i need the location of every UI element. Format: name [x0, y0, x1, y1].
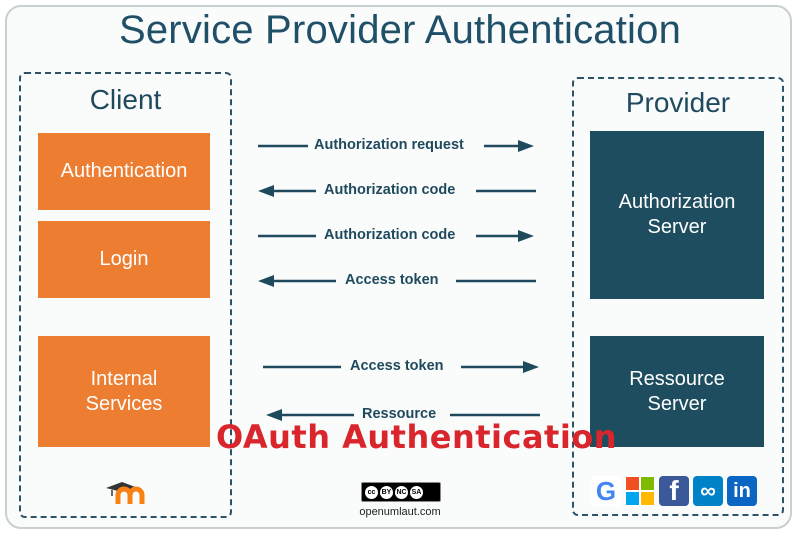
- sa-icon: SA: [410, 485, 423, 499]
- authentication-box: Authentication: [38, 133, 210, 210]
- flow-label: Authorization code: [324, 227, 456, 243]
- login-label: Login: [99, 248, 149, 270]
- microsoft-icon: [625, 476, 655, 506]
- provider-panel-title: Provider: [625, 87, 731, 118]
- flow-arrow-authorization-code-back: Authorization code: [258, 181, 536, 201]
- authorization-server-line1: Authorization: [618, 191, 736, 213]
- internal-services-line2: Services: [85, 392, 163, 415]
- linkedin-icon: in: [727, 476, 757, 506]
- oauth-watermark: OAuth Authentication: [216, 418, 618, 456]
- authorization-server-box: Authorization Server: [590, 131, 764, 299]
- internal-services-line1: Internal: [90, 367, 158, 390]
- flow-label: Authorization code: [324, 182, 456, 198]
- by-icon: BY: [380, 485, 393, 499]
- flow-label: Authorization request: [314, 137, 464, 153]
- authentication-label: Authentication: [60, 160, 188, 182]
- flow-arrow-authorization-code-forward: Authorization code: [258, 226, 534, 246]
- resource-server-line1: Ressource: [629, 367, 725, 390]
- authorization-server-line2: Server: [647, 216, 707, 238]
- nextcloud-icon: ∞: [693, 476, 723, 506]
- flow-label: Access token: [350, 358, 444, 374]
- diagram-title: Service Provider Authentication: [118, 8, 682, 52]
- cc-license-badge[interactable]: cc BY NC SA: [361, 482, 441, 502]
- facebook-icon: f: [659, 475, 689, 506]
- flow-arrow-authorization-request: Authorization request: [258, 136, 534, 156]
- login-box: Login: [38, 221, 210, 298]
- internal-services-box: Internal Services: [38, 336, 210, 447]
- nc-icon: NC: [395, 485, 408, 499]
- flow-label: Access token: [345, 272, 439, 288]
- flow-arrow-access-token-back: Access token: [258, 271, 536, 291]
- resource-server-line2: Server: [647, 392, 707, 415]
- provider-logos: G f ∞ in: [591, 475, 757, 506]
- license-url[interactable]: openumlaut.com: [0, 506, 800, 518]
- google-icon: G: [591, 476, 621, 506]
- client-panel-title: Client: [89, 84, 162, 115]
- cc-icon: cc: [365, 485, 378, 499]
- flow-arrow-access-token-forward: Access token: [263, 357, 539, 377]
